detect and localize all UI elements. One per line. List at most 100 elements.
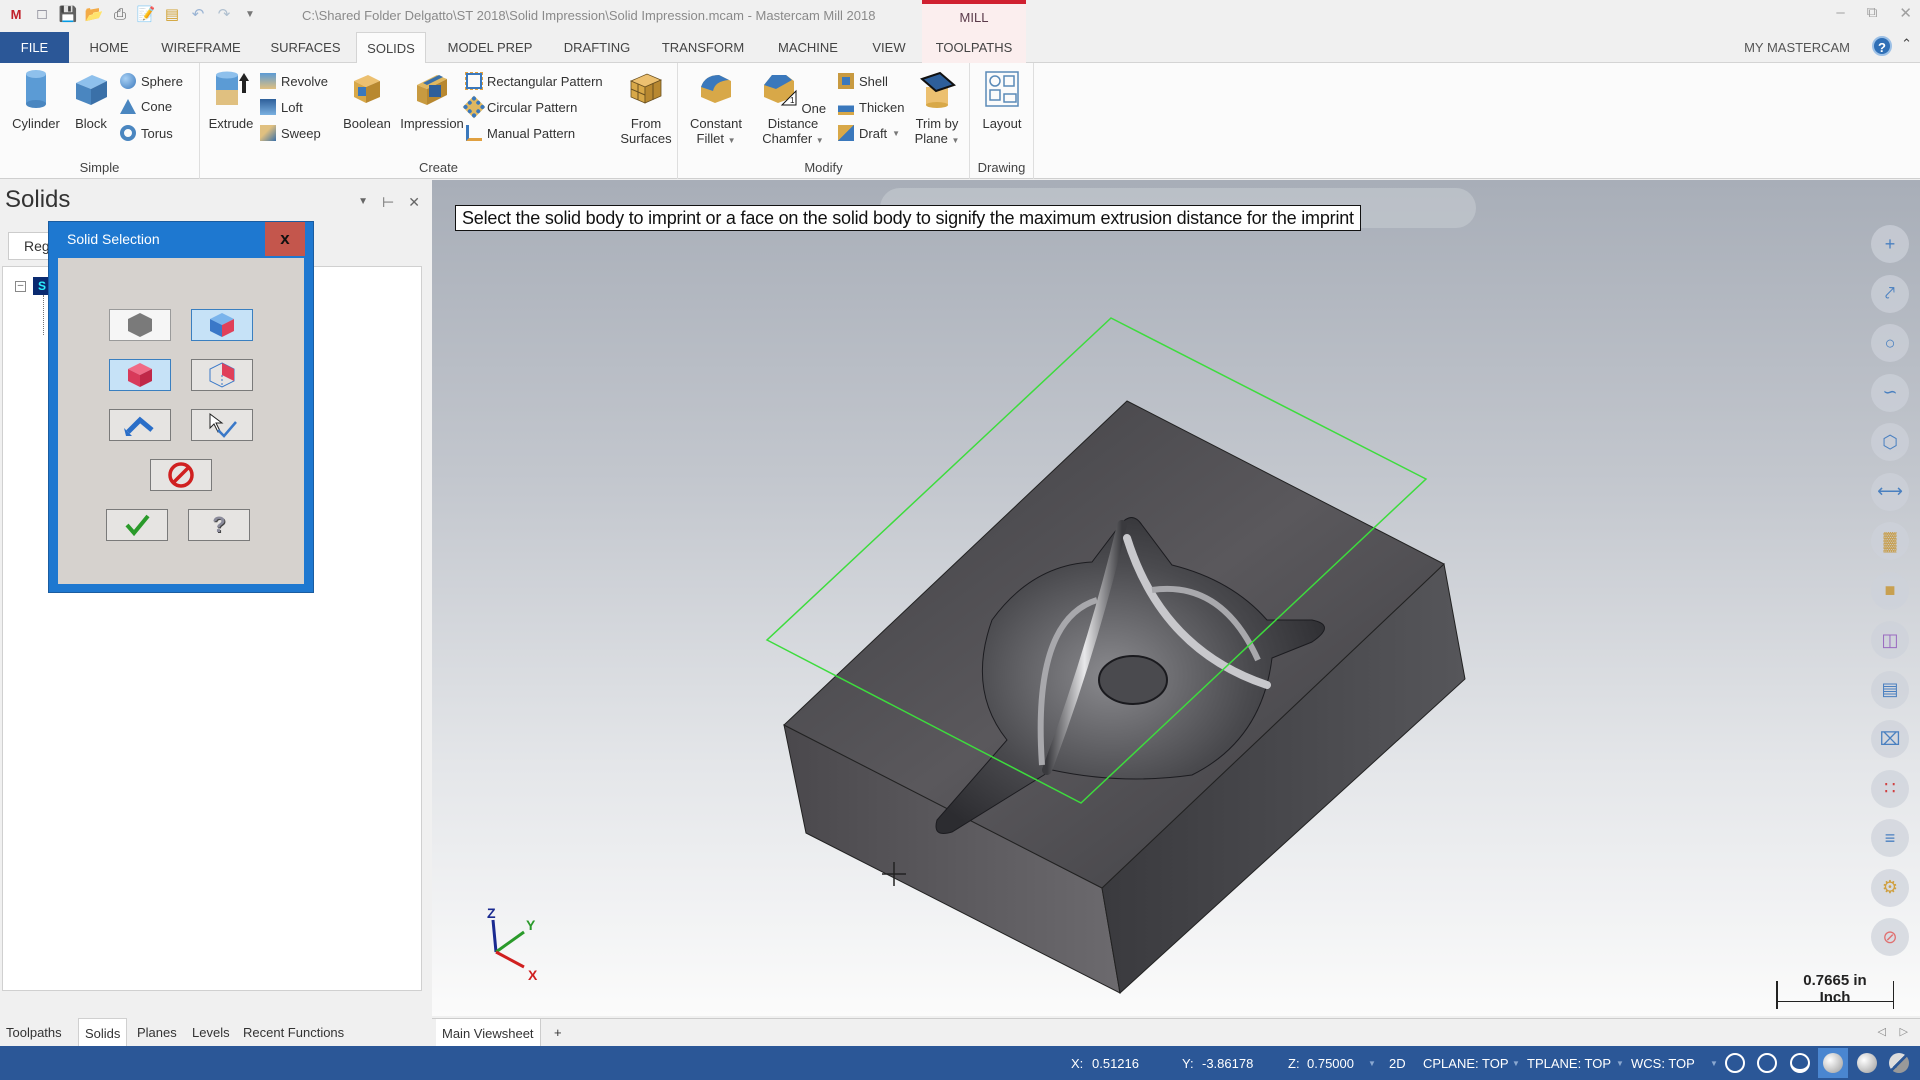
- wcs-dropdown-icon[interactable]: ▼: [1710, 1059, 1718, 1068]
- impression-button[interactable]: Impression: [392, 69, 472, 131]
- manual-pattern-button[interactable]: Manual Pattern: [466, 125, 575, 141]
- z-dropdown-icon[interactable]: ▼: [1368, 1059, 1376, 1068]
- help-icon[interactable]: ?: [1872, 36, 1892, 56]
- select-edge-loop-button[interactable]: [109, 409, 171, 441]
- select-body-button[interactable]: [109, 309, 171, 341]
- file-properties-icon[interactable]: ▤: [162, 4, 182, 24]
- trim-by-plane-button[interactable]: Trim by Plane ▼: [906, 69, 968, 148]
- circle-icon[interactable]: ○: [1871, 324, 1909, 362]
- tab-model-prep[interactable]: MODEL PREP: [440, 32, 540, 63]
- cylinder-button[interactable]: Cylinder: [8, 69, 64, 131]
- tab-solids-manager[interactable]: Solids: [78, 1018, 128, 1046]
- draft-button[interactable]: Draft ▼: [838, 125, 900, 141]
- hidden-globe-icon[interactable]: [1757, 1053, 1777, 1073]
- tab-view[interactable]: VIEW: [864, 32, 914, 63]
- shaded-sphere-icon[interactable]: [1823, 1053, 1843, 1073]
- tree-collapse-icon[interactable]: –: [15, 281, 26, 292]
- z-coordinate[interactable]: 0.75000: [1307, 1056, 1354, 1071]
- translucency-icon[interactable]: [1889, 1053, 1909, 1073]
- select-background-button[interactable]: [191, 359, 253, 391]
- undo-icon[interactable]: ↶: [188, 4, 208, 24]
- loft-button[interactable]: Loft: [260, 99, 303, 115]
- tab-solids[interactable]: SOLIDS: [356, 32, 426, 64]
- customize-qat-icon[interactable]: ▼: [240, 4, 260, 24]
- clear-selection-button[interactable]: [150, 459, 212, 491]
- no-selection-icon[interactable]: ⊘: [1871, 918, 1909, 956]
- print-icon[interactable]: ⎙: [110, 4, 130, 24]
- restore-icon[interactable]: ⧉: [1867, 4, 1878, 22]
- save-as-icon[interactable]: 📝: [136, 4, 156, 24]
- open-icon[interactable]: 📂: [84, 4, 104, 24]
- mesh-icon[interactable]: ◫: [1871, 621, 1909, 659]
- tab-wireframe[interactable]: WIREFRAME: [150, 32, 252, 63]
- dimension-icon[interactable]: ⟷: [1871, 472, 1909, 511]
- tplane-status[interactable]: TPLANE: TOP: [1527, 1056, 1611, 1071]
- point-icon[interactable]: +: [1871, 225, 1909, 263]
- ok-button[interactable]: [106, 509, 168, 541]
- from-surfaces-button[interactable]: From Surfaces: [616, 69, 676, 146]
- thicken-button[interactable]: Thicken: [838, 99, 905, 115]
- tab-machine[interactable]: MACHINE: [768, 32, 848, 63]
- tab-levels-manager[interactable]: Levels: [192, 1018, 230, 1046]
- tab-toolpaths[interactable]: TOOLPATHS: [922, 32, 1026, 63]
- one-distance-chamfer-button[interactable]: 1 One Distance Chamfer ▼: [750, 69, 836, 148]
- wireframe-box-icon[interactable]: ⬡: [1871, 423, 1909, 461]
- tab-home[interactable]: HOME: [78, 32, 140, 63]
- tab-main-viewsheet[interactable]: Main Viewsheet: [436, 1019, 541, 1046]
- sweep-button[interactable]: Sweep: [260, 125, 321, 141]
- tab-transform[interactable]: TRANSFORM: [654, 32, 752, 63]
- solid-box-icon[interactable]: ■: [1871, 571, 1909, 610]
- line-icon[interactable]: ⤤: [1871, 274, 1909, 313]
- close-icon[interactable]: ✕: [1899, 4, 1912, 22]
- collapse-ribbon-icon[interactable]: ⌃: [1901, 36, 1912, 52]
- cplane-dropdown-icon[interactable]: ▼: [1512, 1059, 1520, 1068]
- cone-button[interactable]: Cone: [120, 99, 172, 114]
- settings-icon[interactable]: ⚙: [1871, 868, 1909, 907]
- tab-file[interactable]: FILE: [0, 32, 69, 63]
- block-button[interactable]: Block: [68, 69, 114, 131]
- levels-icon[interactable]: ≡: [1871, 819, 1909, 857]
- constant-fillet-button[interactable]: Constant Fillet ▼: [684, 69, 748, 148]
- pin-icon[interactable]: ⊢: [382, 194, 394, 211]
- rectangular-pattern-button[interactable]: Rectangular Pattern: [465, 72, 603, 90]
- tab-surfaces[interactable]: SURFACES: [262, 32, 349, 63]
- help-button[interactable]: ?: [188, 509, 250, 541]
- mastercam-logo-icon[interactable]: M: [6, 4, 26, 24]
- close-icon[interactable]: ✕: [408, 194, 420, 211]
- scroll-left-icon[interactable]: ◁: [1878, 1025, 1886, 1038]
- partial-globe-icon[interactable]: [1790, 1053, 1810, 1073]
- chain-icon[interactable]: ▤: [1871, 670, 1909, 709]
- tab-drafting[interactable]: DRAFTING: [556, 32, 638, 63]
- add-viewsheet-button[interactable]: +: [554, 1025, 562, 1040]
- tab-toolpaths-manager[interactable]: Toolpaths: [6, 1018, 62, 1046]
- tab-recent-functions[interactable]: Recent Functions: [243, 1018, 344, 1046]
- spline-icon[interactable]: ∽: [1871, 373, 1909, 412]
- select-solid-button[interactable]: [109, 359, 171, 391]
- dialog-close-button[interactable]: x: [265, 222, 305, 256]
- dropdown-icon[interactable]: ▼: [358, 194, 368, 211]
- wcs-status[interactable]: WCS: TOP: [1631, 1056, 1695, 1071]
- cplane-status[interactable]: CPLANE: TOP: [1423, 1056, 1509, 1071]
- verify-selection-button[interactable]: [191, 409, 253, 441]
- my-mastercam-link[interactable]: MY MASTERCAM: [1744, 40, 1850, 55]
- mode-2d-3d[interactable]: 2D: [1389, 1056, 1406, 1071]
- layout-button[interactable]: Layout: [976, 69, 1028, 131]
- minimize-icon[interactable]: –: [1836, 4, 1844, 22]
- boolean-button[interactable]: Boolean: [336, 69, 398, 131]
- circular-pattern-button[interactable]: Circular Pattern: [462, 95, 577, 119]
- torus-button[interactable]: Torus: [120, 125, 173, 141]
- sphere-icon[interactable]: [1857, 1053, 1877, 1073]
- revolve-button[interactable]: Revolve: [260, 73, 328, 89]
- wireframe-globe-icon[interactable]: [1725, 1053, 1745, 1073]
- solid-block[interactable]: [783, 400, 1466, 994]
- scroll-right-icon[interactable]: ▷: [1900, 1025, 1908, 1038]
- shell-button[interactable]: Shell: [838, 73, 888, 89]
- surface-icon[interactable]: ▓: [1871, 522, 1909, 560]
- entity-icon[interactable]: ⌧: [1871, 720, 1909, 758]
- redo-icon[interactable]: ↷: [214, 4, 234, 24]
- select-face-button[interactable]: [191, 309, 253, 341]
- save-icon[interactable]: 💾: [58, 4, 78, 24]
- extrude-button[interactable]: Extrude: [206, 69, 256, 131]
- color-icon[interactable]: ∷: [1871, 769, 1909, 808]
- new-file-icon[interactable]: □: [32, 4, 52, 24]
